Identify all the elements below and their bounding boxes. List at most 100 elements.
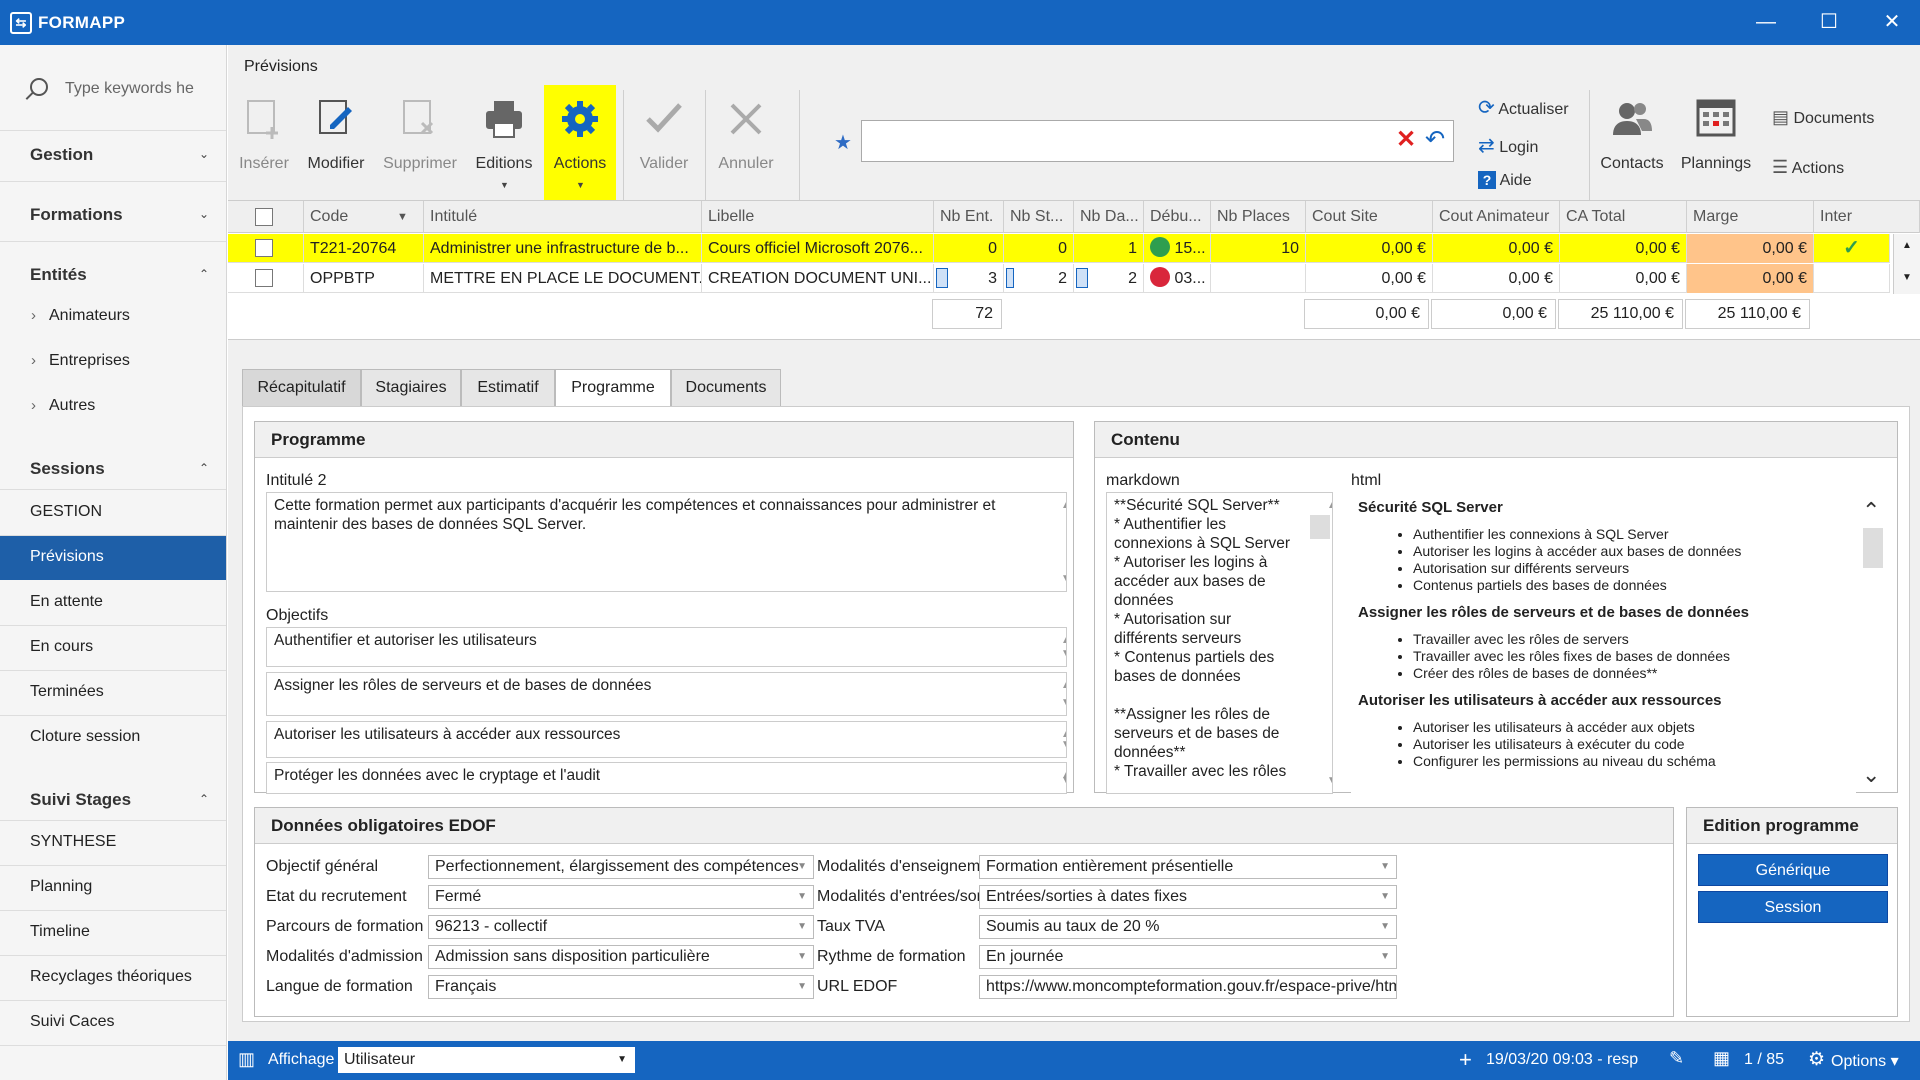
scroll-up-icon[interactable]: ▲ <box>1902 240 1912 251</box>
settings-gear-icon[interactable]: ⚙ <box>1808 1048 1825 1071</box>
tab-stagiaires[interactable]: Stagiaires <box>361 369 461 406</box>
edof-field-select[interactable]: 96213 - collectif ▼ <box>428 915 814 939</box>
login-button[interactable]: ⇄ Login <box>1478 133 1538 158</box>
col-nb-st[interactable]: Nb St... <box>1004 201 1074 233</box>
edof-field-select[interactable]: Français ▼ <box>428 975 814 999</box>
documents-button[interactable]: ▤ Documents <box>1772 107 1874 128</box>
tab-recapitulatif[interactable]: Récapitulatif <box>242 369 361 406</box>
sidebar-section-entites[interactable]: Entités ⌃ <box>0 253 226 297</box>
intitule-textarea[interactable]: Cette formation permet aux participants … <box>266 492 1067 592</box>
tab-programme[interactable]: Programme <box>555 369 671 407</box>
sidebar-item-entreprises[interactable]: › Entreprises <box>0 340 226 384</box>
options-button[interactable]: Options ▾ <box>1831 1051 1899 1071</box>
sidebar-item-planning[interactable]: Planning <box>0 866 226 910</box>
sidebar-item-en-attente[interactable]: En attente <box>0 581 226 625</box>
col-nb-ent[interactable]: Nb Ent. <box>934 201 1004 233</box>
actions-menu-button[interactable]: ☰ Actions <box>1772 157 1844 178</box>
actions-button[interactable]: Actions ▼ <box>544 85 616 205</box>
col-ca-total[interactable]: CA Total <box>1560 201 1687 233</box>
table-row[interactable]: OPPBTP METTRE EN PLACE LE DOCUMENT... CR… <box>228 264 1890 293</box>
scroll-up-icon[interactable]: ▲ <box>1054 496 1066 515</box>
scroll-down-icon[interactable]: ▼ <box>1054 735 1066 754</box>
edof-field-select[interactable]: https://www.moncompteformation.gouv.fr/e… <box>979 975 1397 999</box>
row-checkbox[interactable] <box>255 239 273 257</box>
refresh-button[interactable]: ⟳ Actualiser <box>1478 95 1569 120</box>
col-intitule[interactable]: Intitulé <box>424 201 702 233</box>
tab-estimatif[interactable]: Estimatif <box>461 369 555 406</box>
modify-button[interactable]: Modifier <box>300 85 372 205</box>
sidebar-item-suivi-caces[interactable]: Suivi Caces <box>0 1001 226 1045</box>
clear-icon[interactable]: ✕ <box>1396 125 1416 154</box>
cancel-button[interactable]: Annuler <box>706 85 786 205</box>
col-nb-da[interactable]: Nb Da... <box>1074 201 1144 233</box>
close-button[interactable]: ✕ <box>1877 9 1907 35</box>
pencil-icon[interactable]: ✎ <box>1669 1048 1684 1069</box>
sidebar-item-timeline[interactable]: Timeline <box>0 911 226 955</box>
affichage-select[interactable]: Utilisateur ▼ <box>338 1047 635 1073</box>
sidebar-search-input[interactable]: Type keywords he <box>65 80 215 98</box>
session-button[interactable]: Session <box>1698 891 1888 923</box>
sidebar-item-recyclages[interactable]: Recyclages théoriques <box>0 956 226 1000</box>
scroll-down-icon[interactable]: ▼ <box>1054 644 1066 663</box>
sidebar-item-terminees[interactable]: Terminées <box>0 671 226 715</box>
insert-button[interactable]: Insérer <box>228 85 300 205</box>
markdown-editor[interactable]: **Sécurité SQL Server** * Authentifier le… <box>1106 492 1333 794</box>
edof-field-select[interactable]: Soumis au taux de 20 % ▼ <box>979 915 1397 939</box>
col-code[interactable]: Code ▼ <box>304 201 424 233</box>
table-icon[interactable]: ▦ <box>1713 1048 1730 1069</box>
undo-icon[interactable]: ↶ <box>1425 125 1445 154</box>
col-cout-animateur[interactable]: Cout Animateur <box>1433 201 1560 233</box>
sidebar-section-formations[interactable]: Formations ⌄ <box>0 193 226 237</box>
editions-button[interactable]: Editions ▼ <box>464 85 544 205</box>
col-debut[interactable]: Débu... <box>1144 201 1211 233</box>
scroll-down-icon[interactable]: ▼ <box>1054 693 1066 712</box>
objectif-field[interactable]: Authentifier et autoriser les utilisateu… <box>266 627 1067 667</box>
edof-field-select[interactable]: Formation entièrement présentielle ▼ <box>979 855 1397 879</box>
sidebar-item-synthese[interactable]: SYNTHESE <box>0 821 226 865</box>
col-marge[interactable]: Marge <box>1687 201 1814 233</box>
generic-button[interactable]: Générique <box>1698 854 1888 886</box>
edof-field-select[interactable]: Fermé ▼ <box>428 885 814 909</box>
edof-field-select[interactable]: Entrées/sorties à dates fixes ▼ <box>979 885 1397 909</box>
row-checkbox[interactable] <box>255 269 273 287</box>
scroll-down-icon[interactable]: ▼ <box>1054 771 1066 790</box>
minimize-button[interactable]: — <box>1751 9 1781 35</box>
sidebar-item-en-cours[interactable]: En cours <box>0 626 226 670</box>
html-scrollbar[interactable]: ⌃ ⌄ <box>1857 492 1887 794</box>
scroll-down-icon[interactable]: ▼ <box>1320 771 1332 790</box>
scroll-thumb[interactable] <box>1310 515 1330 539</box>
objectif-field[interactable]: Protéger les données avec le cryptage et… <box>266 762 1067 794</box>
edof-field-select[interactable]: Perfectionnement, élargissement des comp… <box>428 855 814 879</box>
objectif-field[interactable]: Autoriser les utilisateurs à accéder aux… <box>266 721 1067 758</box>
edof-field-select[interactable]: Admission sans disposition particulière ▼ <box>428 945 814 969</box>
sidebar-item-autres[interactable]: › Autres <box>0 385 226 429</box>
grid-scrollbar[interactable]: ▲ ▼ <box>1893 234 1920 294</box>
tab-documents[interactable]: Documents <box>671 369 781 406</box>
sort-down-icon[interactable]: ▼ <box>397 201 408 233</box>
edof-field-select[interactable]: En journée ▼ <box>979 945 1397 969</box>
sidebar-section-gestion[interactable]: Gestion ⌄ <box>0 133 226 177</box>
sidebar-search[interactable]: Type keywords he <box>25 75 220 105</box>
favorite-star-icon[interactable]: ★ <box>834 130 852 155</box>
scroll-thumb[interactable] <box>1863 528 1883 568</box>
add-icon[interactable]: + <box>1459 1047 1472 1073</box>
sidebar-item-previsions[interactable]: Prévisions <box>0 536 226 580</box>
validate-button[interactable]: Valider <box>624 85 704 205</box>
col-libelle[interactable]: Libelle <box>702 201 934 233</box>
scroll-up-icon[interactable]: ⌃ <box>1862 498 1880 524</box>
sidebar-section-suivi-stages[interactable]: Suivi Stages ⌃ <box>0 778 226 822</box>
col-nb-places[interactable]: Nb Places <box>1211 201 1306 233</box>
select-all-checkbox[interactable] <box>255 208 273 226</box>
scroll-down-icon[interactable]: ▼ <box>1054 569 1066 588</box>
objectif-field[interactable]: Assigner les rôles de serveurs et de bas… <box>266 672 1067 716</box>
col-cout-site[interactable]: Cout Site <box>1306 201 1433 233</box>
sidebar-section-sessions[interactable]: Sessions ⌃ <box>0 447 226 491</box>
contacts-button[interactable]: Contacts <box>1592 85 1672 205</box>
scroll-down-icon[interactable]: ▼ <box>1902 272 1912 283</box>
delete-button[interactable]: Supprimer <box>378 85 462 205</box>
table-row[interactable]: T221-20764 Administrer une infrastructur… <box>228 234 1890 263</box>
sidebar-item-cloture-session[interactable]: Cloture session <box>0 716 226 760</box>
maximize-button[interactable]: ☐ <box>1814 9 1844 35</box>
plannings-button[interactable]: Plannings <box>1674 85 1758 205</box>
toolbar-search-input[interactable]: ✕ ↶ <box>861 120 1454 162</box>
